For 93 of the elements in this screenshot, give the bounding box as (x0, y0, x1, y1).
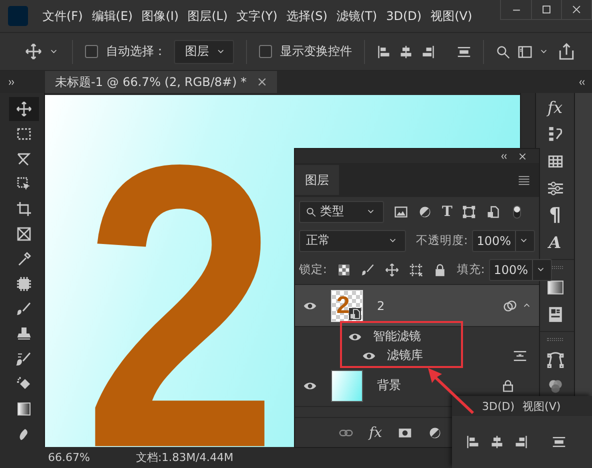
layers-tab[interactable]: 图层 (295, 165, 339, 195)
collapse-icon[interactable] (499, 152, 508, 160)
half-circle-icon[interactable] (418, 204, 432, 218)
workspace-icon[interactable] (518, 44, 532, 58)
styles-panel-button[interactable]: fx (548, 99, 562, 116)
swatches-icon[interactable] (546, 153, 564, 170)
opacity-field[interactable]: 100% (472, 230, 535, 252)
smart-filter-icon (503, 298, 517, 312)
menu-icon[interactable] (517, 173, 531, 187)
brush-icon (16, 301, 32, 317)
zoom-level: 66.67% (48, 451, 90, 464)
opacity-label: 不透明度: (416, 233, 468, 248)
checkbox[interactable] (85, 45, 98, 58)
filter-options-icon[interactable] (513, 348, 527, 362)
menu-item[interactable]: 文字(Y) (232, 8, 282, 24)
menu-item[interactable]: 图像(I) (137, 8, 184, 24)
canvas-text: 2 (83, 106, 278, 447)
close-icon[interactable] (518, 152, 527, 160)
menu-item[interactable]: 编辑(E) (87, 8, 138, 24)
adjustments-icon[interactable] (546, 180, 564, 197)
move-icon[interactable] (384, 262, 399, 276)
gradient-icon (16, 401, 32, 417)
expand-icon[interactable] (8, 78, 17, 86)
history-brush-icon (16, 351, 32, 367)
lock-label: 锁定: (299, 262, 327, 277)
filter-name[interactable]: 滤镜库 (387, 347, 423, 364)
fill-field[interactable]: 100% (488, 258, 552, 280)
channels-icon[interactable] (546, 378, 564, 395)
object-select-icon (16, 176, 32, 192)
menu-item[interactable]: 视图(V) (426, 8, 477, 24)
layer-name: 2 (377, 298, 385, 312)
lock-icon[interactable] (432, 262, 447, 276)
align-icon (514, 435, 528, 449)
history-icon[interactable] (546, 126, 564, 143)
crop-icon (16, 201, 32, 217)
search-icon[interactable] (496, 44, 510, 58)
align-icon (466, 435, 480, 449)
layer-name: 背景 (377, 377, 401, 394)
layer-thumbnail (331, 370, 363, 402)
search-icon (306, 206, 316, 216)
move-icon (16, 101, 32, 117)
tool-button[interactable] (9, 97, 39, 121)
menu-item[interactable]: 选择(S) (282, 8, 332, 24)
paragraph-panel-button[interactable]: ¶ (548, 207, 562, 224)
character-panel-button[interactable]: A (548, 234, 562, 251)
checkbox-label: 自动选择： (106, 43, 166, 60)
checkbox[interactable] (259, 45, 272, 58)
distribute-icon (552, 435, 566, 449)
brush-icon[interactable] (360, 262, 375, 276)
shape-icon[interactable] (462, 204, 476, 218)
align-icon[interactable] (399, 44, 413, 58)
maximize-icon (541, 4, 552, 15)
fill-label: 填充: (456, 262, 485, 277)
stamp-icon (16, 326, 32, 342)
close-button[interactable]: × (256, 74, 268, 90)
marquee-icon (16, 126, 32, 142)
document-icon[interactable] (486, 204, 500, 218)
align-icon (490, 435, 504, 449)
image-icon[interactable] (394, 204, 408, 218)
distribute-icon[interactable] (457, 44, 471, 58)
close-icon (571, 4, 582, 15)
menu-item[interactable]: 3D(D) (382, 9, 426, 23)
blend-mode-dropdown[interactable]: 正常 (299, 230, 406, 252)
layer-style-button[interactable]: fx (369, 424, 382, 440)
align-icon[interactable] (377, 44, 391, 58)
libraries-icon[interactable] (546, 306, 564, 323)
gradients-icon[interactable] (546, 279, 564, 296)
document-tab[interactable]: 未标题-1 @ 66.7% (2, RGB/8#) * × (45, 71, 278, 93)
smart-object-icon (349, 308, 361, 320)
menu-item[interactable]: 图层(L) (183, 8, 232, 24)
align-icon[interactable] (421, 44, 435, 58)
layer-row[interactable]: 2 2 (295, 285, 539, 327)
collapse-icon[interactable] (577, 78, 586, 86)
paths-icon[interactable] (546, 351, 564, 368)
share-icon[interactable] (558, 43, 575, 60)
menu-item[interactable]: 文件(F) (38, 8, 88, 24)
filter-dropdown[interactable]: 类型 (299, 200, 384, 222)
thumbnail-text: 2 (336, 292, 350, 320)
menu-item[interactable]: 滤镜(T) (332, 8, 382, 24)
frame-icon (16, 226, 32, 242)
checker-icon[interactable] (336, 262, 351, 276)
document-info: 文档:1.83M/4.44M (136, 450, 234, 465)
artboard-icon[interactable] (408, 262, 423, 276)
mask-icon[interactable] (398, 426, 412, 440)
checkbox-label: 显示变换控件 (280, 43, 352, 60)
move-icon[interactable] (25, 43, 42, 60)
layer-dropdown[interactable]: 图层 (174, 40, 234, 64)
type-filter-button[interactable]: T (442, 204, 452, 220)
annotation-arrow (426, 366, 476, 414)
app-logo-icon (8, 6, 28, 26)
smart-filters-label: 智能滤镜 (373, 328, 421, 345)
adjustment-icon[interactable] (428, 426, 442, 440)
eyedropper-icon (16, 251, 32, 267)
